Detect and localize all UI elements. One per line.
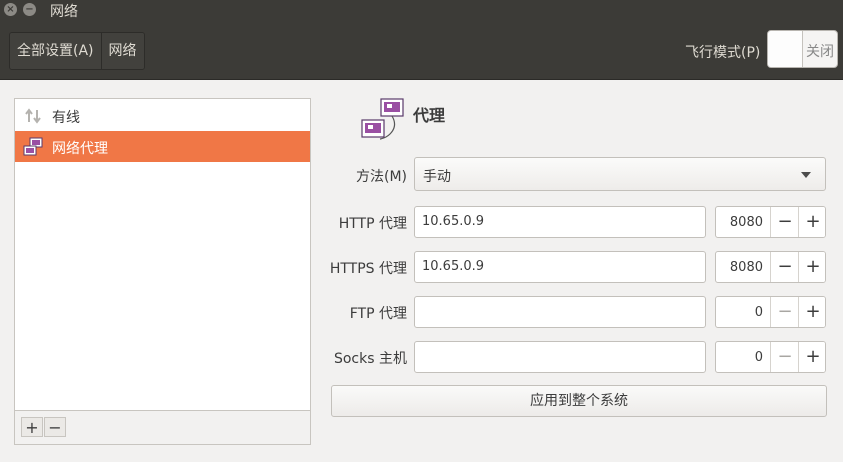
port-decrement-button[interactable]: − <box>770 342 799 372</box>
method-value: 手动 <box>423 169 451 185</box>
ftp-proxy-port-spinner[interactable]: 0 − + <box>715 296 826 328</box>
switch-knob[interactable] <box>768 31 803 67</box>
socks-port-value: 0 <box>754 350 763 365</box>
network-proxy-icon <box>23 137 43 156</box>
http-proxy-port-spinner[interactable]: 8080 − + <box>715 206 826 238</box>
https-proxy-host-value: 10.65.0.9 <box>422 259 485 274</box>
breadcrumb-network[interactable]: 网络 <box>101 33 144 69</box>
list-item-network-proxy[interactable]: 网络代理 <box>15 131 310 162</box>
header-bar: 全部设置(A) 网络 飞行模式(P) 关闭 <box>0 20 843 80</box>
https-proxy-port-spinner[interactable]: 8080 − + <box>715 251 826 283</box>
ftp-proxy-port-value: 0 <box>754 305 763 320</box>
airplane-mode-switch[interactable]: 关闭 <box>767 30 838 68</box>
http-proxy-label: HTTP 代理 <box>338 216 407 232</box>
https-proxy-host-input[interactable]: 10.65.0.9 <box>414 251 706 283</box>
http-proxy-host-input[interactable]: 10.65.0.9 <box>414 206 706 238</box>
connection-list: 有线 网络代理 <box>14 98 311 411</box>
port-decrement-button[interactable]: − <box>770 297 799 327</box>
breadcrumb-all-settings[interactable]: 全部设置(A) <box>10 33 102 69</box>
https-proxy-port-value: 8080 <box>729 260 763 275</box>
ftp-proxy-host-input[interactable] <box>414 296 706 328</box>
socks-port-spinner[interactable]: 0 − + <box>715 341 826 373</box>
port-increment-button[interactable]: + <box>798 342 825 372</box>
apply-system-wide-button[interactable]: 应用到整个系统 <box>331 385 827 417</box>
title-bar: × − 网络 <box>0 0 843 20</box>
port-decrement-button[interactable]: − <box>770 207 799 237</box>
airplane-mode-label: 飞行模式(P) <box>685 45 761 61</box>
window-title: 网络 <box>50 4 78 20</box>
network-proxy-large-icon <box>361 98 404 140</box>
breadcrumb: 全部设置(A) 网络 <box>9 32 145 70</box>
port-decrement-button[interactable]: − <box>770 252 799 282</box>
minimize-window-icon[interactable]: − <box>23 3 36 16</box>
list-item-label: 网络代理 <box>52 141 108 157</box>
port-increment-button[interactable]: + <box>798 207 825 237</box>
socks-host-label: Socks 主机 <box>333 351 407 367</box>
list-item-label: 有线 <box>52 110 80 126</box>
method-label: 方法(M) <box>355 169 407 185</box>
port-increment-button[interactable]: + <box>798 297 825 327</box>
switch-state-text: 关闭 <box>806 44 834 60</box>
close-window-icon[interactable]: × <box>4 3 17 16</box>
list-item-wired[interactable]: 有线 <box>15 100 310 131</box>
method-dropdown[interactable]: 手动 <box>414 157 826 191</box>
wired-arrows-icon <box>25 108 41 124</box>
socks-host-input[interactable] <box>414 341 706 373</box>
port-increment-button[interactable]: + <box>798 252 825 282</box>
list-toolbar: + − <box>14 411 311 445</box>
https-proxy-label: HTTPS 代理 <box>329 261 407 277</box>
ftp-proxy-label: FTP 代理 <box>349 306 407 322</box>
proxy-title: 代理 <box>413 106 446 125</box>
http-proxy-port-value: 8080 <box>729 215 763 230</box>
add-connection-button[interactable]: + <box>21 417 43 437</box>
remove-connection-button[interactable]: − <box>44 417 66 437</box>
chevron-down-icon <box>801 172 811 178</box>
http-proxy-host-value: 10.65.0.9 <box>422 214 485 229</box>
